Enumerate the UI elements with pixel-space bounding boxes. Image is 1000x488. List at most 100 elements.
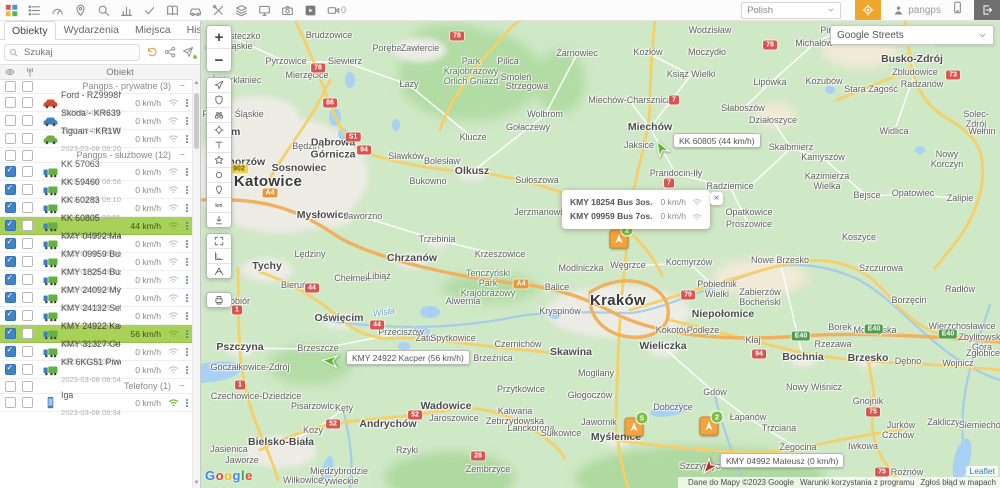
group-visibility-checkbox[interactable] xyxy=(5,149,16,161)
vehicle-follow-checkbox[interactable] xyxy=(22,310,33,321)
vehicle-visibility-checkbox[interactable] xyxy=(5,273,16,285)
vehicle-follow-checkbox[interactable] xyxy=(22,220,33,231)
vehicle-visibility-checkbox[interactable] xyxy=(5,397,16,408)
attribution-link[interactable]: Zgłoś błąd w mapach xyxy=(920,478,996,487)
search-input[interactable] xyxy=(22,45,126,59)
reports-chart-icon[interactable] xyxy=(115,0,138,20)
signal-antenna-icon[interactable] xyxy=(20,67,40,77)
language-select[interactable]: Polish xyxy=(741,1,842,19)
objects-list-icon[interactable] xyxy=(23,0,46,20)
media-box-icon[interactable] xyxy=(299,0,322,20)
share-icon[interactable] xyxy=(161,44,179,60)
vehicle-follow-checkbox[interactable] xyxy=(22,274,33,285)
undo-icon[interactable] xyxy=(143,44,161,60)
scroll-up-arrow[interactable]: ▲ xyxy=(193,79,200,88)
sidebar-scrollbar[interactable]: ▲ ▼ xyxy=(192,79,200,488)
circle-tool-button[interactable] xyxy=(207,168,231,183)
vehicle-follow-checkbox[interactable] xyxy=(22,364,33,375)
logout-button[interactable] xyxy=(974,0,1000,20)
group-follow-checkbox[interactable] xyxy=(22,80,33,92)
vehicle-follow-checkbox[interactable] xyxy=(22,328,33,339)
vehicle-map-label[interactable]: KMY 24922 Kacper (56 km/h) xyxy=(346,350,470,365)
star-tool-button[interactable] xyxy=(207,153,231,168)
pin-down-tool-button[interactable] xyxy=(207,213,231,227)
visibility-eye-icon[interactable] xyxy=(0,67,20,77)
tooltip-close-button[interactable]: × xyxy=(710,192,724,205)
dashboard-gauge-icon[interactable] xyxy=(46,0,69,20)
group-follow-checkbox[interactable] xyxy=(22,380,33,392)
map-canvas[interactable]: {"":""} xyxy=(200,20,1000,488)
logo-icon[interactable] xyxy=(0,0,23,20)
vehicle-follow-checkbox[interactable] xyxy=(22,133,33,144)
vehicle-visibility-checkbox[interactable] xyxy=(5,165,16,177)
tab-historia[interactable]: Historia xyxy=(179,20,200,39)
vehicle-visibility-checkbox[interactable] xyxy=(5,237,16,249)
camera-icon[interactable] xyxy=(276,0,299,20)
vehicle-cluster-marker[interactable]: 5 xyxy=(624,411,649,437)
vehicle-cluster-marker[interactable]: 2 xyxy=(609,223,634,249)
vehicle-visibility-checkbox[interactable] xyxy=(5,345,16,357)
tab-obiekty[interactable]: Obiekty xyxy=(4,21,56,40)
vehicle-follow-checkbox[interactable] xyxy=(22,397,33,408)
vehicle-visibility-checkbox[interactable] xyxy=(5,327,16,339)
attribution-link[interactable]: Dane do Mapy ©2023 Google xyxy=(688,478,794,487)
vehicle-follow-checkbox[interactable] xyxy=(22,166,33,177)
vehicle-follow-checkbox[interactable] xyxy=(22,256,33,267)
vehicle-visibility-checkbox[interactable] xyxy=(5,183,16,195)
vehicle-follow-checkbox[interactable] xyxy=(22,202,33,213)
group-collapse-button[interactable]: − xyxy=(179,381,193,392)
follow-vehicles-button[interactable] xyxy=(855,0,882,20)
group-visibility-checkbox[interactable] xyxy=(5,380,16,392)
vehicle-follow-checkbox[interactable] xyxy=(22,346,33,357)
vehicle-visibility-checkbox[interactable] xyxy=(5,97,16,108)
vehicle-visibility-checkbox[interactable] xyxy=(5,255,16,267)
vehicle-row[interactable]: Tiguan - KR1WJ072023-03-08 09:20:320 km/… xyxy=(0,127,193,152)
user-menu[interactable]: pangps xyxy=(893,5,941,16)
layers-icon[interactable] xyxy=(230,0,253,20)
binoculars-tool-button[interactable] xyxy=(207,108,231,123)
tab-wydarzenia[interactable]: Wydarzenia xyxy=(56,20,127,39)
vehicle-row[interactable]: KR 6KG51 Piwo2023-03-08 08:54:030 km/h xyxy=(0,358,193,383)
tab-miejsca[interactable]: Miejsca xyxy=(127,20,179,39)
map-layer-select[interactable]: Google Streets xyxy=(830,25,994,45)
tools-wrench-icon[interactable] xyxy=(207,0,230,20)
vehicle-visibility-checkbox[interactable] xyxy=(5,201,16,213)
tasks-check-icon[interactable] xyxy=(138,0,161,20)
vehicle-visibility-checkbox[interactable] xyxy=(5,363,16,375)
group-collapse-button[interactable]: − xyxy=(179,150,193,161)
shield-tool-button[interactable] xyxy=(207,93,231,108)
vehicle-visibility-checkbox[interactable] xyxy=(5,309,16,321)
vehicle-visibility-checkbox[interactable] xyxy=(5,115,16,126)
vehicle-arrow-marker[interactable] xyxy=(320,352,339,370)
zoom-out-button[interactable]: − xyxy=(207,49,231,71)
attribution-link[interactable]: Warunki korzystania z programu xyxy=(800,478,914,487)
vehicle-visibility-checkbox[interactable] xyxy=(5,291,16,303)
group-visibility-checkbox[interactable] xyxy=(5,80,16,92)
vehicle-cluster-marker[interactable]: 2 xyxy=(699,410,724,436)
vehicle-follow-checkbox[interactable] xyxy=(22,97,33,108)
leaflet-attribution-link[interactable]: Leaflet xyxy=(966,466,998,476)
vehicle-visibility-checkbox[interactable] xyxy=(5,133,16,144)
vehicle-follow-checkbox[interactable] xyxy=(22,184,33,195)
vehicle-row[interactable]: Iga 2023-03-08 09:34:59 0 km/h xyxy=(0,391,193,416)
vehicle-visibility-checkbox[interactable] xyxy=(5,219,16,231)
group-collapse-button[interactable]: − xyxy=(179,81,193,92)
places-pin-icon[interactable] xyxy=(69,0,92,20)
vehicle-arrow-marker[interactable] xyxy=(700,456,720,476)
search-icon[interactable] xyxy=(92,0,115,20)
group-follow-checkbox[interactable] xyxy=(22,149,33,161)
angle-tool-button[interactable] xyxy=(207,264,231,278)
scrollbar-thumb[interactable] xyxy=(194,93,199,149)
text-tool-button[interactable] xyxy=(207,138,231,153)
printer-button[interactable] xyxy=(207,293,231,307)
scroll-down-arrow[interactable]: ▼ xyxy=(193,479,200,488)
fullscreen-tool-button[interactable] xyxy=(207,234,231,249)
send-icon[interactable] xyxy=(179,44,197,60)
vehicle-follow-checkbox[interactable] xyxy=(22,238,33,249)
mobile-app-button[interactable] xyxy=(951,1,964,19)
scale-tool-button[interactable]: km xyxy=(207,198,231,213)
location-arrow-tool-button[interactable] xyxy=(207,78,231,93)
ruler-tool-button[interactable] xyxy=(207,249,231,264)
vehicle-arrow-marker[interactable] xyxy=(652,139,672,159)
zoom-in-button[interactable]: + xyxy=(207,26,231,49)
